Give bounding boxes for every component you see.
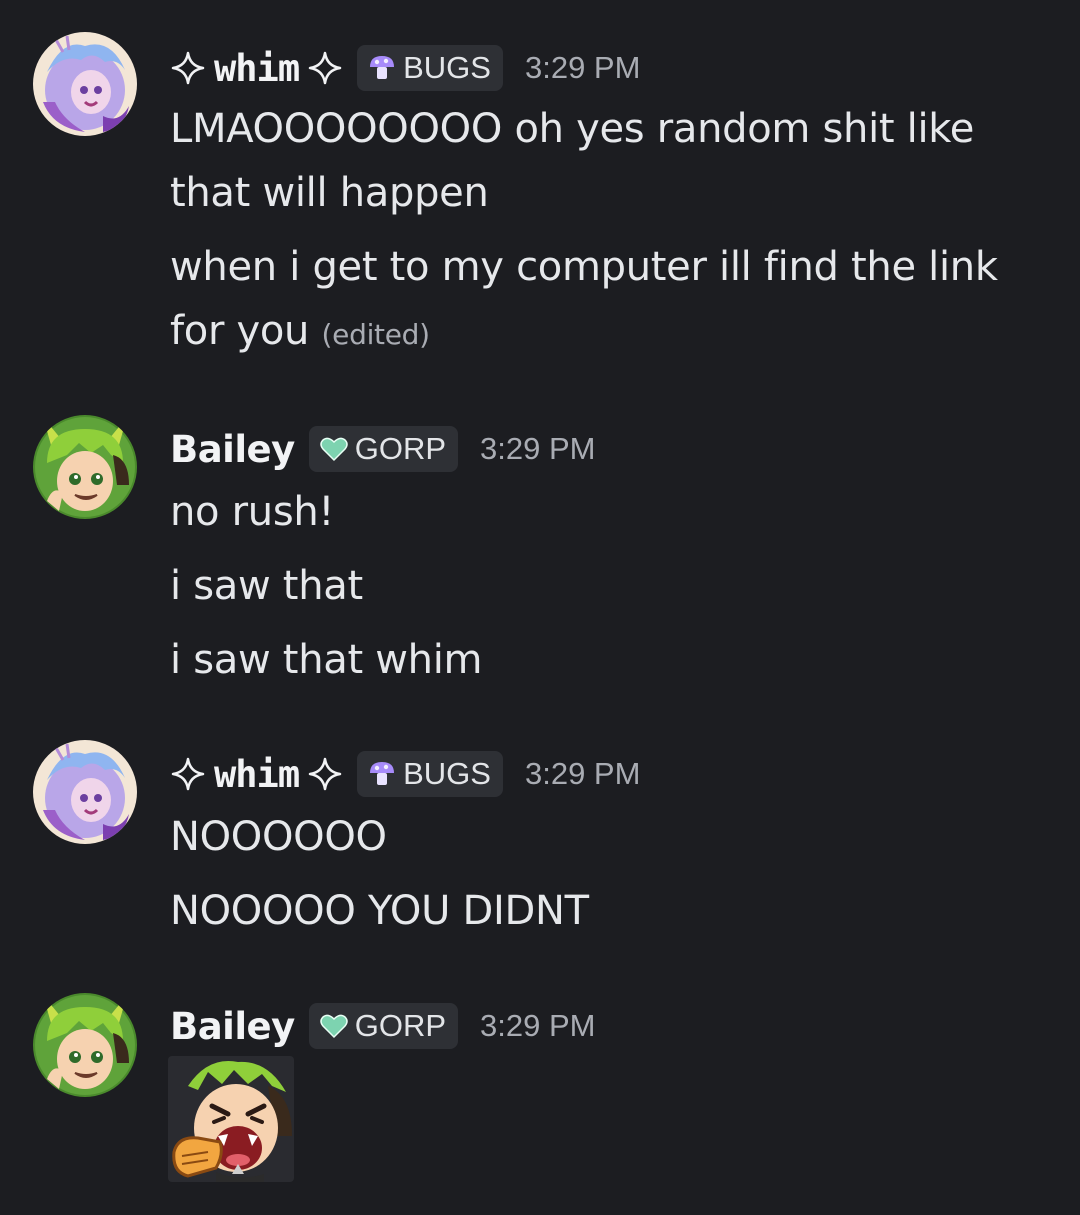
message-line: i saw that bbox=[170, 563, 363, 609]
guild-tag[interactable]: GORP bbox=[308, 426, 459, 472]
heart-icon bbox=[320, 1014, 348, 1039]
message-line: when i get to my computer ill find the l… bbox=[170, 244, 998, 290]
guild-tag-label: BUGS bbox=[403, 756, 491, 791]
timestamp[interactable]: 3:29 PM bbox=[525, 756, 640, 792]
timestamp[interactable]: 3:29 PM bbox=[525, 50, 640, 86]
message-header: whim BUGS 3:29 PM bbox=[170, 749, 640, 799]
heart-icon bbox=[320, 437, 348, 462]
avatar[interactable] bbox=[33, 740, 137, 844]
guild-tag[interactable]: GORP bbox=[308, 1003, 459, 1049]
username[interactable]: Bailey bbox=[170, 428, 295, 471]
message-line: i saw that whim bbox=[170, 637, 483, 683]
username-text: whim bbox=[214, 46, 300, 90]
message-line: NOOOOOO bbox=[170, 814, 387, 860]
guild-tag[interactable]: BUGS bbox=[357, 751, 503, 797]
avatar[interactable] bbox=[33, 993, 137, 1097]
guild-tag-label: GORP bbox=[354, 1008, 447, 1043]
message-line: no rush! bbox=[170, 489, 335, 535]
message-header: Bailey GORP 3:29 PM bbox=[170, 1001, 596, 1051]
message-header: Bailey GORP 3:29 PM bbox=[170, 424, 596, 474]
mushroom-icon bbox=[370, 762, 395, 785]
guild-tag-label: GORP bbox=[354, 431, 447, 466]
timestamp[interactable]: 3:29 PM bbox=[480, 1008, 595, 1044]
username-text: whim bbox=[214, 752, 300, 796]
message-line: NOOOOO YOU DIDNT bbox=[170, 888, 589, 934]
edited-label: (edited) bbox=[321, 318, 431, 351]
screaming-pointing-sticker[interactable] bbox=[168, 1056, 294, 1182]
timestamp[interactable]: 3:29 PM bbox=[480, 431, 595, 467]
username[interactable]: Bailey bbox=[170, 1005, 295, 1048]
avatar[interactable] bbox=[33, 415, 137, 519]
avatar[interactable] bbox=[33, 32, 137, 136]
mushroom-icon bbox=[370, 56, 395, 79]
guild-tag[interactable]: BUGS bbox=[357, 45, 503, 91]
message-header: whim BUGS 3:29 PM bbox=[170, 43, 640, 93]
sparkle-icon bbox=[308, 757, 342, 791]
sparkle-icon bbox=[308, 51, 342, 85]
message-line: for you bbox=[170, 308, 310, 354]
username[interactable]: whim bbox=[170, 47, 343, 90]
guild-tag-label: BUGS bbox=[403, 50, 491, 85]
message-content: LMAOOOOOOOO oh yes random shit like that… bbox=[170, 97, 1030, 367]
message-content: no rush! i saw that i saw that whim bbox=[170, 480, 1030, 692]
sparkle-icon bbox=[171, 51, 205, 85]
message-content: NOOOOOO NOOOOO YOU DIDNT bbox=[170, 805, 1030, 943]
message-line: LMAOOOOOOOO oh yes random shit like bbox=[170, 106, 975, 152]
sparkle-icon bbox=[171, 757, 205, 791]
message-line: that will happen bbox=[170, 170, 489, 216]
username[interactable]: whim bbox=[170, 753, 343, 796]
